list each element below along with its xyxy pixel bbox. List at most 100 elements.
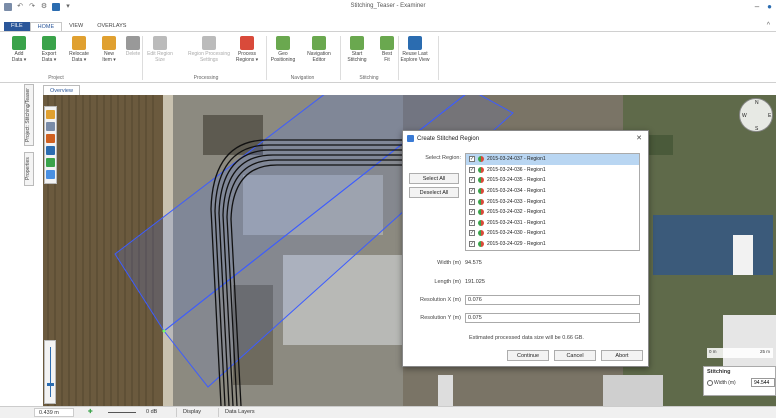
- region-checkbox[interactable]: ✓: [469, 219, 475, 226]
- region-checkbox[interactable]: ✓: [469, 156, 475, 163]
- compass-widget[interactable]: N S W E: [739, 98, 773, 132]
- region-status-icon: [478, 209, 484, 216]
- tab-view[interactable]: VIEW: [62, 22, 90, 31]
- side-tab-project[interactable]: Project: Stitching/Teaser: [24, 84, 34, 146]
- select-region-label: Select Region:: [425, 155, 461, 161]
- side-tab-properties[interactable]: Properties: [24, 152, 34, 186]
- region-checkbox[interactable]: ✓: [469, 166, 475, 173]
- gain-readout: 0 dB: [142, 408, 170, 417]
- tab-overlays[interactable]: OVERLAYS: [90, 22, 133, 31]
- select-all-button[interactable]: Select All: [409, 173, 459, 184]
- geo-positioning-button[interactable]: Geo Positioning: [268, 36, 298, 63]
- stitching-width-input[interactable]: [751, 378, 775, 387]
- cancel-button[interactable]: Cancel: [554, 350, 596, 361]
- continue-button[interactable]: Continue: [507, 350, 549, 361]
- zoom-knob[interactable]: [47, 383, 54, 386]
- stitching-width-label: Width (m): [714, 380, 736, 386]
- region-name: 2015-03-24-033 - Region1: [487, 198, 546, 205]
- resolution-y-input[interactable]: [465, 313, 640, 323]
- resolution-x-input[interactable]: [465, 295, 640, 305]
- region-list-item[interactable]: ✓ 2015-03-24-033 - Region1: [466, 196, 639, 207]
- region-processing-settings-label: Region Processing Settings: [188, 51, 230, 63]
- flag-icon[interactable]: [46, 146, 55, 155]
- length-value: 191.025: [465, 279, 485, 285]
- geo-positioning-icon: [276, 36, 290, 50]
- add-data-icon: [12, 36, 26, 50]
- geo-positioning-label: Geo Positioning: [270, 51, 296, 63]
- gain-slider[interactable]: [104, 408, 140, 417]
- region-list[interactable]: ✓ 2015-03-24-037 - Region1 ✓ 2015-03-24-036…: [465, 153, 640, 251]
- ribbon: Add Data ▾ Export Data ▾ Relocate Data ▾ New It…: [0, 31, 776, 83]
- process-regions-button[interactable]: Process Regions ▾: [232, 36, 262, 63]
- edit-region-size-label: Edit Region Size: [147, 51, 173, 63]
- region-checkbox[interactable]: ✓: [469, 177, 475, 184]
- region-name: 2015-03-24-036 - Region1: [487, 166, 546, 173]
- data-layers-button[interactable]: Data Layers: [218, 408, 261, 417]
- compass-east: E: [768, 113, 772, 119]
- delete-button[interactable]: Delete: [118, 36, 148, 58]
- region-checkbox[interactable]: ✓: [469, 198, 475, 205]
- ribbon-collapse-icon[interactable]: ^: [767, 22, 770, 29]
- tab-home[interactable]: HOME: [29, 22, 63, 31]
- region-processing-settings-icon: [202, 36, 216, 50]
- start-stitching-button[interactable]: Start Stitching: [342, 36, 372, 63]
- region-name: 2015-03-24-037 - Region1: [487, 156, 546, 163]
- region-checkbox[interactable]: ✓: [469, 230, 475, 237]
- maximize-icon[interactable]: ●: [767, 2, 772, 11]
- region-list-item[interactable]: ✓ 2015-03-24-030 - Region1: [466, 228, 639, 239]
- zoom-slider[interactable]: [44, 340, 56, 404]
- scale-bar: 0 m 25 m: [707, 348, 773, 358]
- width-radio[interactable]: [707, 380, 713, 386]
- title-bar: ↶ ↷ ⚙ ▾ Stitching_Teaser - Examiner – ●: [0, 0, 776, 14]
- ribbon-group-separator: [340, 36, 341, 80]
- grid-icon[interactable]: [46, 158, 55, 167]
- width-label: Width (m): [437, 260, 461, 266]
- navigation-editor-button[interactable]: Navigation Editor: [304, 36, 334, 63]
- display-button[interactable]: Display: [176, 408, 207, 417]
- region-list-item[interactable]: ✓ 2015-03-24-037 - Region1: [466, 154, 639, 165]
- region-status-icon: [478, 241, 484, 248]
- compass-north: N: [755, 100, 759, 106]
- close-icon[interactable]: ✕: [636, 134, 642, 142]
- export-data-button[interactable]: Export Data ▾: [34, 36, 64, 63]
- navigation-editor-label: Navigation Editor: [307, 51, 331, 63]
- region-list-item[interactable]: ✓ 2015-03-24-031 - Region1: [466, 218, 639, 229]
- measure-icon[interactable]: [46, 134, 55, 143]
- region-processing-settings-button[interactable]: Region Processing Settings: [186, 36, 232, 63]
- region-name: 2015-03-24-034 - Region1: [487, 188, 546, 195]
- region-name: 2015-03-24-032 - Region1: [487, 209, 546, 216]
- dialog-titlebar: Create Stitched Region: [407, 135, 479, 142]
- region-list-item[interactable]: ✓ 2015-03-24-032 - Region1: [466, 207, 639, 218]
- ribbon-group-separator: [142, 36, 143, 80]
- region-list-item[interactable]: ✓ 2015-03-24-029 - Region1: [466, 239, 639, 250]
- region-status-icon: [478, 156, 484, 163]
- reuse-last-explore-view-icon: [408, 36, 422, 50]
- deselect-all-button[interactable]: Deselect All: [409, 187, 459, 198]
- add-data-label: Add Data ▾: [11, 51, 27, 63]
- reuse-last-explore-view-button[interactable]: Reuse Last Explore View: [400, 36, 430, 63]
- region-list-item[interactable]: ✓ 2015-03-24-034 - Region1: [466, 186, 639, 197]
- window-controls: – ●: [755, 2, 772, 11]
- hand-pan-icon[interactable]: [46, 110, 55, 119]
- minimize-icon[interactable]: –: [755, 2, 759, 11]
- region-list-item[interactable]: ✓ 2015-03-24-036 - Region1: [466, 165, 639, 176]
- tab-file[interactable]: FILE: [4, 22, 30, 31]
- relocate-data-label: Relocate Data ▾: [69, 51, 89, 63]
- region-status-icon: [478, 230, 484, 237]
- add-data-button[interactable]: Add Data ▾: [4, 36, 34, 63]
- relocate-data-button[interactable]: Relocate Data ▾: [64, 36, 94, 63]
- edit-region-size-button[interactable]: Edit Region Size: [145, 36, 175, 63]
- region-checkbox[interactable]: ✓: [469, 209, 475, 216]
- dialog-title: Create Stitched Region: [417, 135, 480, 142]
- select-tool-icon[interactable]: [46, 170, 55, 179]
- region-list-item[interactable]: ✓ 2015-03-24-035 - Region1: [466, 175, 639, 186]
- process-regions-label: Process Regions ▾: [235, 51, 259, 63]
- region-checkbox[interactable]: ✓: [469, 241, 475, 248]
- add-icon[interactable]: ✚: [84, 408, 98, 417]
- delete-icon: [126, 36, 140, 50]
- abort-button[interactable]: Abort: [601, 350, 643, 361]
- region-checkbox[interactable]: ✓: [469, 188, 475, 195]
- magnifier-icon[interactable]: [46, 122, 55, 131]
- region-name: 2015-03-24-030 - Region1: [487, 230, 546, 237]
- process-regions-icon: [240, 36, 254, 50]
